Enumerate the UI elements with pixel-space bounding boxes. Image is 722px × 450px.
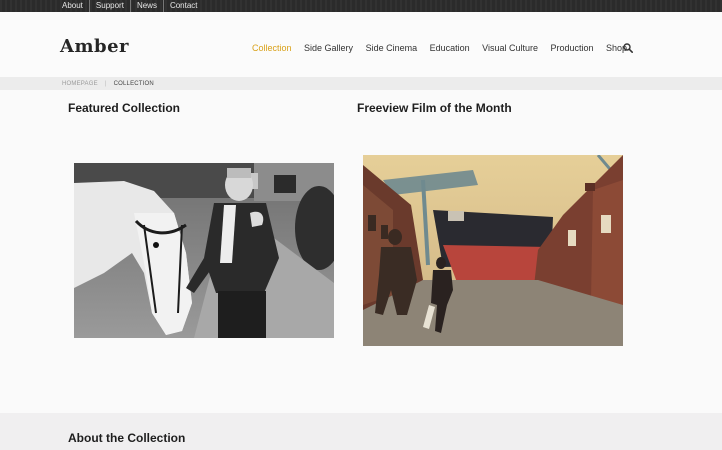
nav-item-side-cinema[interactable]: Side Cinema [366, 43, 418, 53]
featured-photo-illustration [74, 163, 334, 338]
breadcrumb-current: COLLECTION [113, 80, 154, 87]
contact-link[interactable]: Contact [162, 0, 204, 12]
freeview-film-image[interactable] [363, 155, 623, 346]
main-nav: Collection Side Gallery Side Cinema Educ… [252, 43, 640, 53]
nav-item-visual-culture[interactable]: Visual Culture [482, 43, 538, 53]
main-content: Featured Collection Freeview Film of the… [0, 90, 722, 413]
nav-item-education[interactable]: Education [430, 43, 470, 53]
breadcrumb-bar: HOMEPAGE | COLLECTION [0, 77, 722, 90]
support-link[interactable]: Support [88, 0, 130, 12]
nav-item-production[interactable]: Production [551, 43, 594, 53]
nav-item-collection[interactable]: Collection [252, 43, 292, 53]
breadcrumb-home-link[interactable]: HOMEPAGE [62, 81, 98, 87]
nav-item-side-gallery[interactable]: Side Gallery [304, 43, 353, 53]
utility-links: About Support News Contact [62, 0, 204, 12]
featured-collection-image[interactable] [74, 163, 334, 338]
about-link[interactable]: About [62, 0, 89, 12]
site-logo[interactable]: Amber [60, 36, 129, 57]
about-collection-title: About the Collection [68, 431, 186, 445]
site-header: Amber Collection Side Gallery Side Cinem… [0, 12, 722, 77]
featured-collection-title: Featured Collection [68, 101, 181, 115]
freeview-photo-illustration [363, 155, 623, 346]
breadcrumb-separator: | [104, 80, 107, 87]
freeview-film-title: Freeview Film of the Month [357, 101, 512, 115]
about-collection-section: About the Collection [0, 413, 722, 450]
news-link[interactable]: News [129, 0, 163, 12]
breadcrumb: HOMEPAGE | COLLECTION [62, 77, 154, 90]
top-utility-bar: About Support News Contact [0, 0, 722, 12]
search-icon[interactable] [623, 43, 633, 53]
